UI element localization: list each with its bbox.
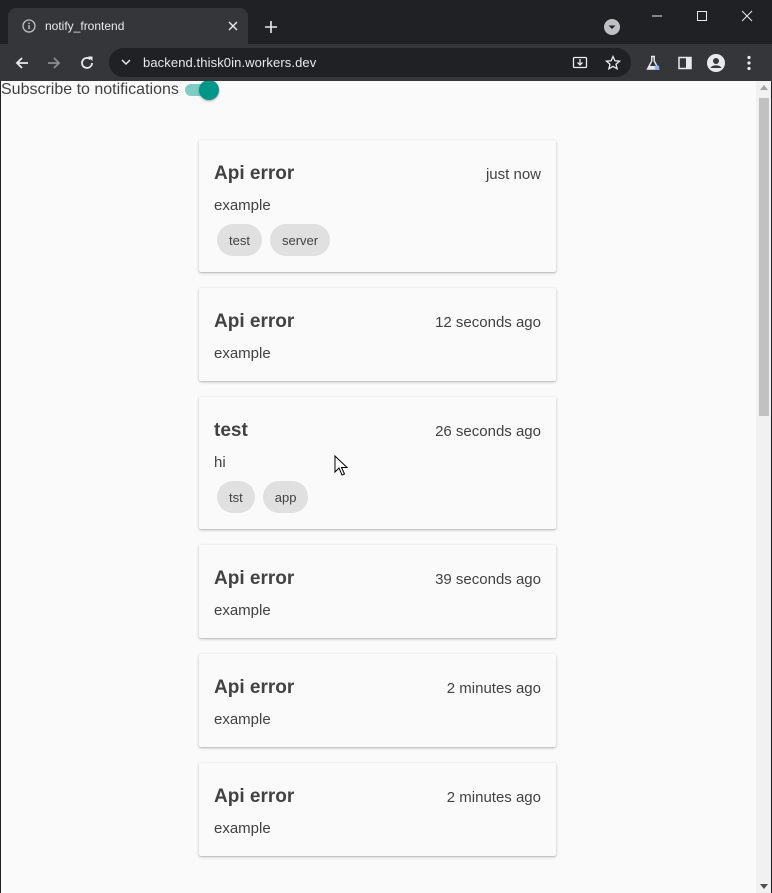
maximize-icon xyxy=(697,11,707,21)
notification-header: test 26 seconds ago xyxy=(214,419,541,443)
chevron-down-icon xyxy=(604,19,620,35)
scroll-down-arrow[interactable] xyxy=(760,884,768,889)
subscribe-switch[interactable] xyxy=(183,81,219,100)
notification-body: example xyxy=(214,602,271,619)
forward-button[interactable] xyxy=(41,50,67,76)
side-panel-button[interactable] xyxy=(672,50,698,76)
close-window-icon xyxy=(741,10,753,22)
info-icon xyxy=(22,19,36,33)
notification-title: Api error xyxy=(214,568,295,589)
notification-time: 12 seconds ago xyxy=(435,313,541,331)
profile-icon xyxy=(707,54,725,72)
notification-body: example xyxy=(214,711,271,728)
notification-title: Api error xyxy=(214,677,295,698)
notification-title: Api error xyxy=(214,786,295,807)
notification-title: Api error xyxy=(214,311,295,332)
notification-feed: Api error just now example test server Api er… xyxy=(199,140,556,872)
notification-card: Api error 12 seconds ago example xyxy=(199,288,556,381)
notification-card: Api error just now example test server xyxy=(199,140,556,272)
bookmark-button[interactable] xyxy=(604,54,622,72)
subscribe-label: Subscribe to notifications xyxy=(1,81,179,98)
address-bar[interactable]: backend.thisk0in.workers.dev xyxy=(109,48,631,77)
notification-tags: tst app xyxy=(217,481,541,513)
tag-chip[interactable]: app xyxy=(262,481,309,513)
page-viewport: Subscribe to notifications Api error just… xyxy=(1,81,771,893)
scroll-thumb[interactable] xyxy=(759,98,769,416)
notification-body: example xyxy=(214,820,271,837)
browser-toolbar: backend.thisk0in.workers.dev xyxy=(0,44,772,81)
notification-header: Api error 2 minutes ago xyxy=(214,785,541,809)
kebab-menu-icon xyxy=(747,55,751,71)
tab-search-button[interactable] xyxy=(603,18,621,36)
star-icon xyxy=(605,55,621,71)
flask-icon xyxy=(646,55,660,70)
new-tab-button[interactable] xyxy=(260,16,282,38)
notification-card: Api error 39 seconds ago example xyxy=(199,545,556,638)
labs-button[interactable] xyxy=(640,50,666,76)
notification-header: Api error just now xyxy=(214,162,541,186)
notification-body: example xyxy=(214,197,271,214)
notification-time: just now xyxy=(485,165,541,183)
close-window-button[interactable] xyxy=(732,4,762,28)
notification-time: 2 minutes ago xyxy=(446,679,541,697)
notification-time: 2 minutes ago xyxy=(446,788,541,806)
notification-title: test xyxy=(214,420,248,441)
mouse-cursor-icon xyxy=(334,455,348,476)
back-button[interactable] xyxy=(9,50,35,76)
notification-time: 39 seconds ago xyxy=(435,570,541,588)
tab-close-button[interactable] xyxy=(224,17,242,35)
maximize-button[interactable] xyxy=(687,4,717,28)
page-scrollbar[interactable] xyxy=(756,81,771,893)
notification-title: Api error xyxy=(214,163,295,184)
scroll-up-arrow[interactable] xyxy=(760,85,768,90)
switch-thumb xyxy=(198,81,219,100)
notification-header: Api error 2 minutes ago xyxy=(214,676,541,700)
side-panel-icon xyxy=(678,56,692,70)
tag-chip[interactable]: tst xyxy=(217,481,255,513)
tag-chip[interactable]: server xyxy=(269,224,331,256)
url-text[interactable]: backend.thisk0in.workers.dev xyxy=(143,55,316,70)
plus-icon xyxy=(265,21,277,33)
browser-menu-button[interactable] xyxy=(736,50,762,76)
notification-tags: test server xyxy=(217,224,541,256)
notification-header: Api error 39 seconds ago xyxy=(214,567,541,591)
minimize-icon xyxy=(652,15,662,17)
tab-strip: notify_frontend xyxy=(0,0,772,44)
notification-body: hi xyxy=(214,454,226,471)
tag-chip[interactable]: test xyxy=(217,224,262,256)
notification-card: Api error 2 minutes ago example xyxy=(199,763,556,856)
install-app-icon xyxy=(572,56,588,69)
install-app-button[interactable] xyxy=(571,54,589,72)
tab-title: notify_frontend xyxy=(45,19,125,33)
minimize-button[interactable] xyxy=(642,4,672,28)
arrow-right-icon xyxy=(48,57,61,69)
close-icon xyxy=(228,21,238,31)
notification-time: 26 seconds ago xyxy=(435,422,541,440)
notification-header: Api error 12 seconds ago xyxy=(214,310,541,334)
reload-icon xyxy=(81,56,93,69)
site-info-icon[interactable] xyxy=(119,55,133,69)
arrow-left-icon xyxy=(15,57,28,69)
notification-card: Api error 2 minutes ago example xyxy=(199,654,556,747)
profile-button[interactable] xyxy=(703,50,729,76)
reload-button[interactable] xyxy=(74,50,100,76)
notification-body: example xyxy=(214,345,271,362)
subscribe-toggle-row: Subscribe to notifications xyxy=(1,81,219,100)
notification-card: test 26 seconds ago hi tst app xyxy=(199,397,556,529)
browser-tab[interactable]: notify_frontend xyxy=(8,8,248,44)
